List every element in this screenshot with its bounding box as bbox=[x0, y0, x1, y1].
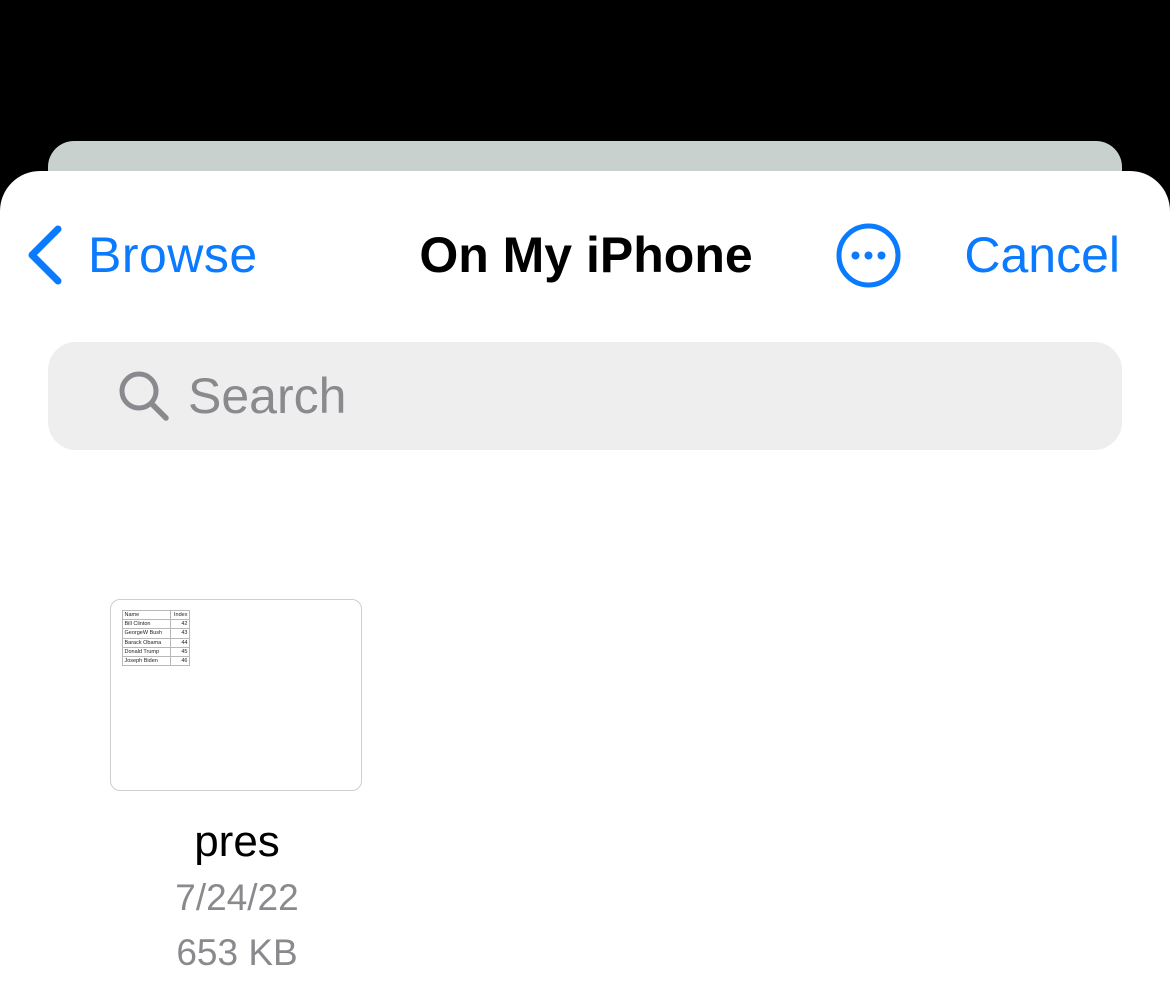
file-date: 7/24/22 bbox=[175, 877, 299, 918]
table-row: GeorgeW Bush 43 bbox=[122, 628, 190, 639]
table-cell: 42 bbox=[170, 619, 190, 630]
table-cell: Donald Trump bbox=[122, 646, 171, 658]
file-size: 653 KB bbox=[176, 932, 298, 973]
table-row: Joseph Biden 46 bbox=[122, 656, 190, 667]
chevron-left-icon bbox=[28, 225, 62, 285]
table-row: Bill Clinton 42 bbox=[122, 619, 190, 630]
table-header-cell: Name bbox=[122, 609, 171, 621]
magnifying-glass-icon bbox=[119, 371, 169, 421]
thumbnail-table: Name Index Bill Clinton 42 GeorgeW Bush … bbox=[122, 609, 190, 667]
browse-back-button[interactable]: Browse bbox=[24, 222, 258, 288]
browse-back-label: Browse bbox=[88, 227, 258, 283]
cancel-button[interactable]: Cancel bbox=[964, 222, 1120, 288]
table-row: Name Index bbox=[122, 609, 190, 621]
table-cell: Joseph Biden bbox=[122, 656, 171, 667]
table-row: Barack Obama 44 bbox=[122, 637, 190, 648]
table-cell: GeorgeW Bush bbox=[122, 628, 171, 639]
table-cell: 46 bbox=[170, 656, 190, 667]
file-name: pres bbox=[194, 817, 280, 866]
file-item[interactable]: Name Index Bill Clinton 42 GeorgeW Bush … bbox=[110, 599, 364, 976]
table-row: Donald Trump 45 bbox=[122, 646, 190, 658]
ellipsis-circle-icon bbox=[836, 223, 901, 288]
table-cell: 44 bbox=[170, 637, 190, 648]
file-thumbnail: Name Index Bill Clinton 42 GeorgeW Bush … bbox=[110, 599, 362, 791]
table-cell: Barack Obama bbox=[122, 637, 171, 648]
table-cell: Bill Clinton bbox=[122, 619, 171, 630]
search-bar[interactable] bbox=[48, 342, 1122, 450]
table-cell: 45 bbox=[170, 646, 190, 658]
search-input[interactable] bbox=[188, 362, 1088, 430]
table-cell: 43 bbox=[170, 628, 190, 639]
table-header-cell: Index bbox=[170, 609, 190, 621]
more-options-button[interactable] bbox=[836, 223, 901, 288]
screen: Browse On My iPhone Cancel Name Index bbox=[0, 0, 1170, 1000]
page-title: On My iPhone bbox=[419, 227, 753, 283]
